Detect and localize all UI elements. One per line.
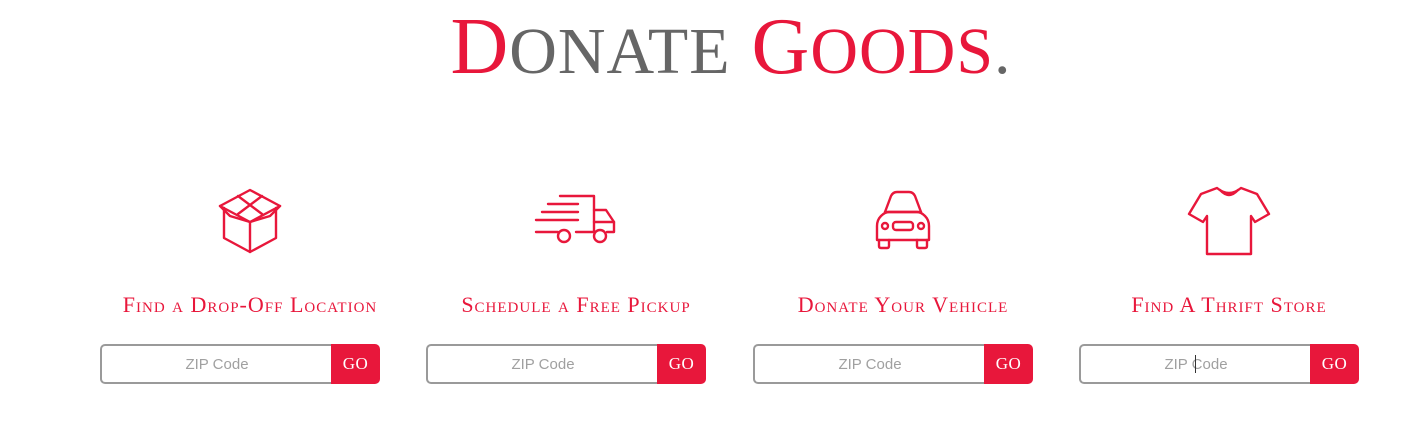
go-button-vehicle[interactable]: GO xyxy=(984,344,1033,384)
truck-icon xyxy=(531,180,621,260)
tshirt-icon xyxy=(1184,180,1274,260)
text-cursor xyxy=(1195,355,1196,373)
zip-input-drop-off[interactable] xyxy=(100,344,332,384)
zip-form-drop-off: GO xyxy=(100,344,380,384)
card-thrift-store: Find A Thrift Store GO xyxy=(1079,170,1379,400)
card-title-vehicle: Donate Your Vehicle xyxy=(797,292,1009,317)
zip-form-vehicle: GO xyxy=(753,344,1033,384)
go-button-thrift-store[interactable]: GO xyxy=(1310,344,1359,384)
go-button-pickup[interactable]: GO xyxy=(657,344,706,384)
title-period: . xyxy=(994,15,1012,88)
zip-form-thrift-store: GO xyxy=(1079,344,1359,384)
car-icon xyxy=(858,180,948,260)
card-title-pickup: Schedule a Free Pickup xyxy=(461,292,691,317)
title-word-goods-initial: G xyxy=(751,3,811,91)
box-icon xyxy=(205,180,295,260)
page-title: DONATE GOODS. xyxy=(0,2,1403,97)
title-word-goods-rest: OODS xyxy=(810,15,995,88)
title-word-donate-initial: D xyxy=(450,3,510,91)
card-title-drop-off: Find a Drop-Off Location xyxy=(122,292,378,317)
go-button-drop-off[interactable]: GO xyxy=(331,344,380,384)
card-drop-off: Find a Drop-Off Location GO xyxy=(100,170,400,400)
card-pickup: Schedule a Free Pickup GO xyxy=(426,170,726,400)
zip-input-vehicle[interactable] xyxy=(753,344,985,384)
title-word-donate-rest: ONATE xyxy=(509,15,731,88)
card-vehicle: Donate Your Vehicle GO xyxy=(753,170,1053,400)
zip-form-pickup: GO xyxy=(426,344,706,384)
zip-input-pickup[interactable] xyxy=(426,344,658,384)
card-title-thrift-store: Find A Thrift Store xyxy=(1131,292,1327,317)
